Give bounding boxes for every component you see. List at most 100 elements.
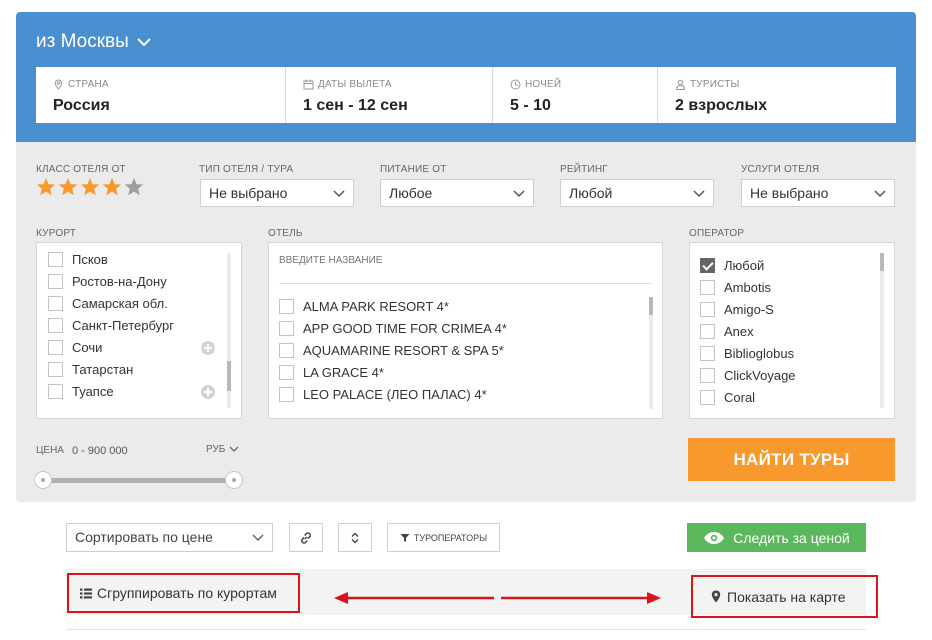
hotel-type-select[interactable]: Не выбрано [200, 179, 354, 207]
list-item[interactable]: Ростов-на-Дону [48, 270, 241, 292]
field-country[interactable]: СТРАНА Россия [36, 67, 286, 123]
list-item[interactable]: Псков [48, 248, 241, 270]
rating-label: РЕЙТИНГ [560, 164, 608, 175]
field-nights[interactable]: НОЧЕЙ 5 - 10 [493, 67, 658, 123]
list-item-label: ClickVoyage [724, 367, 796, 383]
checkbox[interactable] [700, 389, 715, 405]
hotel-scrollbar-thumb[interactable] [649, 297, 653, 315]
departure-city-selector[interactable]: из Москвы [36, 31, 151, 53]
list-item[interactable]: Biblioglobus [700, 342, 894, 364]
rating-select[interactable]: Любой [560, 179, 714, 207]
show-on-map-label: Показать на карте [727, 588, 846, 605]
operator-scrollbar-thumb[interactable] [880, 253, 884, 271]
checkbox[interactable] [48, 251, 63, 267]
checkbox[interactable] [279, 320, 294, 336]
show-on-map-button[interactable]: Показать на карте [691, 575, 878, 618]
filter-funnel-icon [400, 533, 410, 542]
checkbox[interactable] [279, 342, 294, 358]
checkbox[interactable] [48, 273, 63, 289]
price-slider-track[interactable] [42, 478, 235, 483]
list-item-label: LA GRACE 4* [303, 364, 384, 380]
operator-scrollbar[interactable] [880, 253, 884, 408]
watch-price-button[interactable]: Следить за ценой [687, 523, 866, 552]
star-icon[interactable] [102, 177, 122, 197]
list-item-label: Санкт-Петербург [72, 317, 174, 333]
checkbox[interactable] [700, 323, 715, 339]
list-item[interactable]: Ambotis [700, 276, 894, 298]
checkbox[interactable] [700, 301, 715, 317]
hotel-class-label: КЛАСС ОТЕЛЯ ОТ [36, 164, 126, 175]
checkbox[interactable] [700, 279, 715, 295]
sort-direction-button[interactable] [338, 523, 372, 552]
list-item[interactable]: Санкт-Петербург [48, 314, 241, 336]
hotel-search-input[interactable] [279, 255, 649, 266]
search-fields-strip: СТРАНА Россия ДАТЫ ВЫЛЕТА 1 сен - 12 сен… [36, 67, 896, 123]
hotel-type-label: ТИП ОТЕЛЯ / ТУРА [199, 164, 294, 175]
list-item[interactable]: ClickVoyage [700, 364, 894, 386]
star-icon[interactable] [36, 177, 56, 197]
hotel-search-box: ALMA PARK RESORT 4* APP GOOD TIME FOR CR… [268, 242, 663, 419]
list-item-label: Самарская обл. [72, 295, 168, 311]
checkbox[interactable] [279, 364, 294, 380]
expand-plus-icon[interactable] [201, 385, 215, 399]
meal-select[interactable]: Любое [380, 179, 534, 207]
search-tours-button[interactable]: НАЙТИ ТУРЫ [688, 438, 895, 481]
list-item-label: Псков [72, 251, 108, 267]
list-item[interactable]: Coral [700, 386, 894, 408]
map-pin-icon [711, 590, 721, 603]
pin-icon [54, 78, 63, 90]
checkbox[interactable] [48, 295, 63, 311]
checkbox[interactable] [700, 367, 715, 383]
checkbox[interactable] [279, 386, 294, 402]
list-item[interactable]: Любой [700, 254, 894, 276]
field-dates[interactable]: ДАТЫ ВЫЛЕТА 1 сен - 12 сен [286, 67, 493, 123]
price-slider-max-handle[interactable] [225, 471, 243, 489]
checkbox[interactable] [700, 345, 715, 361]
checkbox[interactable] [48, 383, 63, 399]
checkbox[interactable] [48, 339, 63, 355]
price-slider-min-handle[interactable] [34, 471, 52, 489]
list-item[interactable]: ALMA PARK RESORT 4* [279, 295, 507, 317]
tour-operators-button[interactable]: ТУРОПЕРАТОРЫ [387, 523, 500, 552]
sort-select[interactable]: Сортировать по цене [66, 523, 273, 552]
field-nights-label: НОЧЕЙ [525, 78, 562, 90]
group-by-resort-button[interactable]: Сгруппировать по курортам [67, 573, 300, 613]
star-icon[interactable] [58, 177, 78, 197]
annotation-arrow-left [334, 592, 494, 604]
list-icon [80, 588, 92, 598]
meal-value: Любое [389, 185, 433, 201]
copy-link-button[interactable] [289, 523, 323, 552]
checkbox[interactable] [48, 317, 63, 333]
checkbox[interactable] [279, 298, 294, 314]
list-item[interactable]: Самарская обл. [48, 292, 241, 314]
list-item-label: Ростов-на-Дону [72, 273, 167, 289]
sort-arrows-icon [351, 532, 359, 543]
checkbox[interactable] [48, 361, 63, 377]
resort-scrollbar-thumb[interactable] [227, 361, 231, 391]
list-item[interactable]: AQUAMARINE RESORT & SPA 5* [279, 339, 507, 361]
list-item[interactable]: LEO PALACE (ЛЕО ПАЛАС) 4* [279, 383, 507, 405]
star-empty-icon[interactable] [124, 177, 144, 197]
list-item-label: Amigo-S [724, 301, 774, 317]
operator-label: ОПЕРАТОР [689, 228, 745, 239]
list-item[interactable]: Amigo-S [700, 298, 894, 320]
clock-icon [510, 79, 521, 89]
list-item[interactable]: APP GOOD TIME FOR CRIMEA 4* [279, 317, 507, 339]
services-select[interactable]: Не выбрано [741, 179, 895, 207]
resort-label: КУРОРТ [36, 228, 77, 239]
field-tourists[interactable]: ТУРИСТЫ 2 взрослых [658, 67, 896, 123]
expand-plus-icon[interactable] [201, 341, 215, 355]
chevron-down-icon [252, 534, 264, 542]
list-item[interactable]: LA GRACE 4* [279, 361, 507, 383]
resort-list: Псков Ростов-на-Дону Самарская обл. Санк… [36, 242, 242, 419]
person-icon [675, 79, 686, 90]
currency-selector[interactable]: РУБ [206, 444, 239, 455]
list-item-label: Любой [724, 257, 765, 273]
hotel-class-stars [36, 177, 144, 197]
list-item-label: Сочи [72, 339, 103, 355]
list-item[interactable]: Татарстан [48, 358, 241, 380]
star-icon[interactable] [80, 177, 100, 197]
list-item[interactable]: Anex [700, 320, 894, 342]
checkbox-checked[interactable] [700, 257, 715, 273]
price-label: ЦЕНА [36, 445, 64, 456]
